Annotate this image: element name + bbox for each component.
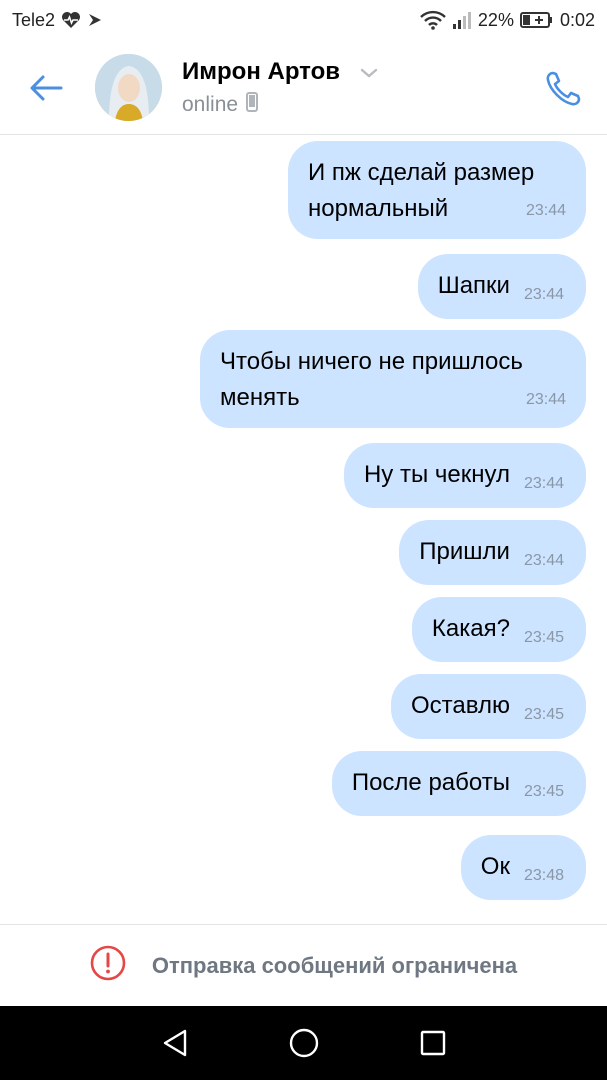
contact-name[interactable]: Имрон Артов (182, 58, 340, 86)
home-circle-icon (289, 1028, 318, 1058)
status-text: online (182, 93, 239, 116)
nav-back-button[interactable] (155, 1023, 195, 1063)
message-bubble[interactable]: Пришли 23:44 (399, 520, 586, 585)
nav-recents-button[interactable] (413, 1023, 453, 1063)
avatar[interactable] (95, 54, 162, 121)
message-time: 23:44 (523, 475, 564, 492)
message-time: 23:44 (523, 552, 564, 569)
message-time: 23:45 (523, 783, 564, 800)
mobile-device-icon (246, 92, 259, 118)
message-bubble[interactable]: Оставлю 23:45 (391, 674, 586, 739)
message-text: Ок (480, 853, 510, 880)
chat-header: Имрон Артов online (0, 40, 607, 135)
clock: 0:02 (559, 9, 595, 30)
message-text: Ну ты чекнул (363, 461, 510, 488)
warning-circle-icon (90, 945, 126, 986)
message-bubble[interactable]: И пж сделай размер нормальный 23:44 (288, 141, 586, 239)
chevron-down-icon[interactable] (360, 66, 378, 84)
call-button[interactable] (540, 66, 586, 112)
message-text: Оставлю (411, 692, 510, 719)
message-time: 23:44 (525, 391, 566, 408)
nav-home-button[interactable] (284, 1023, 324, 1063)
notification-icon (87, 12, 103, 28)
message-text: Пришли (419, 538, 510, 565)
messaging-restricted-bar: Отправка сообщений ограничена (0, 924, 607, 1006)
recents-square-icon (420, 1030, 445, 1056)
message-bubble[interactable]: После работы 23:45 (331, 751, 586, 816)
message-bubble[interactable]: Чтобы ничего не пришлось менять 23:44 (200, 330, 586, 428)
message-time: 23:44 (525, 202, 566, 219)
message-time: 23:48 (523, 867, 564, 884)
contact-status: online (182, 92, 259, 118)
phone-icon (546, 71, 581, 106)
wifi-icon (420, 10, 446, 30)
status-left: Tele2 (12, 10, 103, 31)
battery-percent: 22% (477, 9, 514, 30)
message-bubble[interactable]: Шапки 23:44 (417, 254, 586, 319)
system-nav-bar (0, 1006, 607, 1080)
carrier-label: Tele2 (12, 9, 56, 30)
message-bubble[interactable]: Ок 23:48 (460, 835, 586, 900)
message-text: Чтобы ничего не пришлось менять (220, 348, 523, 411)
signal-icon (452, 11, 472, 29)
message-list[interactable]: И пж сделай размер нормальный 23:44 Шапк… (0, 136, 607, 924)
message-time: 23:45 (523, 629, 564, 646)
message-time: 23:44 (523, 286, 564, 303)
battery-icon (519, 11, 554, 29)
message-bubble[interactable]: Ну ты чекнул 23:44 (343, 443, 586, 508)
back-triangle-icon (163, 1029, 186, 1057)
back-button[interactable] (26, 68, 66, 108)
message-text: Какая? (431, 615, 510, 642)
message-bubble[interactable]: Какая? 23:45 (411, 597, 586, 662)
restricted-text: Отправка сообщений ограничена (151, 952, 518, 978)
message-text: После работы (351, 769, 510, 796)
message-time: 23:45 (523, 706, 564, 723)
heart-pulse-icon (61, 11, 81, 29)
back-arrow-icon (30, 75, 63, 101)
status-bar: Tele2 22% 0:02 (0, 0, 607, 40)
message-text: Шапки (437, 272, 510, 299)
status-right: 22% 0:02 (420, 10, 595, 31)
message-text: И пж сделай размер нормальный (308, 159, 535, 222)
